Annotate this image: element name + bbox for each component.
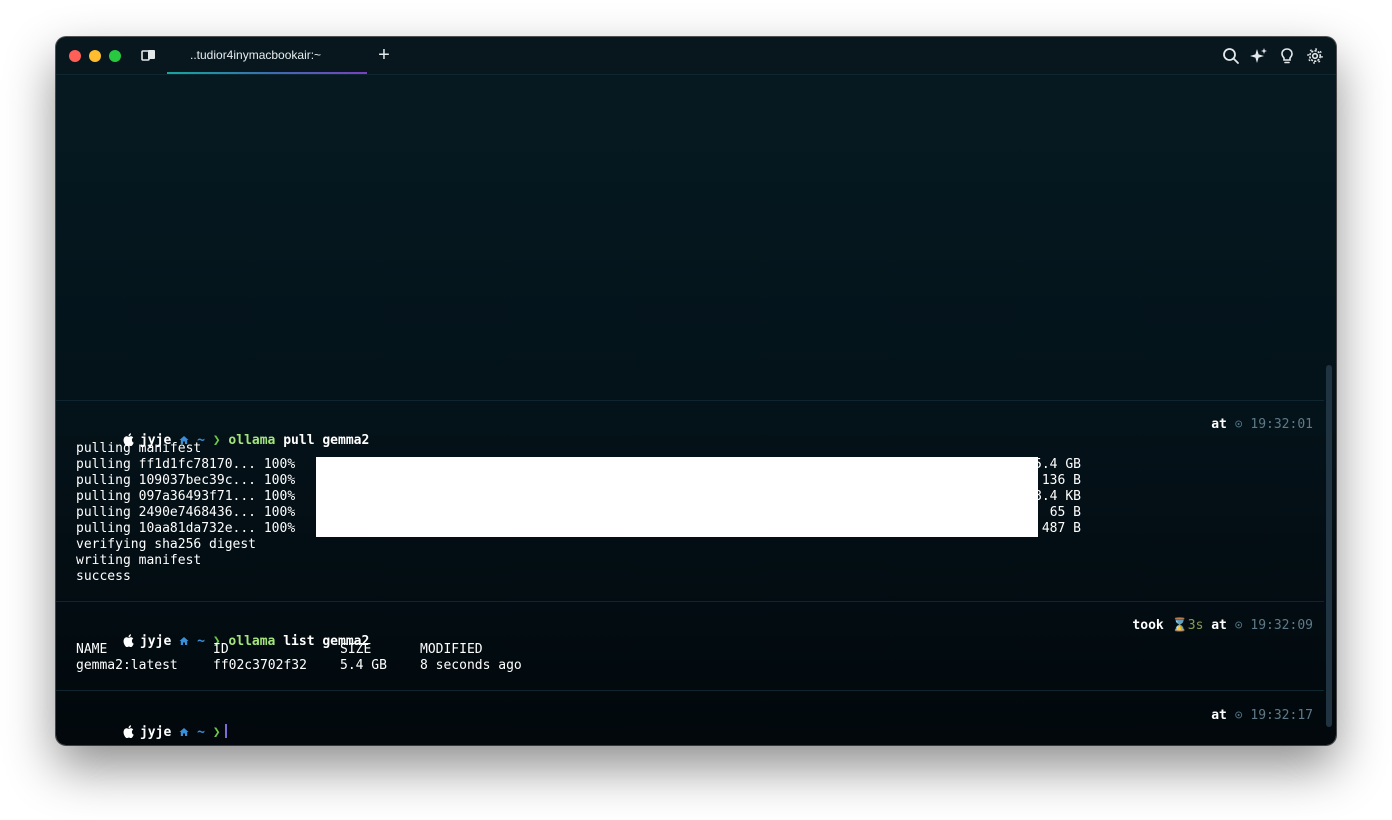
table-header: ID xyxy=(213,642,229,657)
zoom-window-button[interactable] xyxy=(109,50,121,62)
sparkle-icon[interactable] xyxy=(1250,47,1268,65)
block-separator xyxy=(56,400,1324,401)
active-prompt-line[interactable]: jyje ~ ❯ xyxy=(76,708,227,740)
output-line: writing manifest xyxy=(76,553,202,568)
table-header: SIZE xyxy=(340,642,372,657)
output-line: verifying sha256 digest xyxy=(76,537,257,552)
at-label: at xyxy=(1211,708,1227,723)
hourglass-icon: ⌛ xyxy=(1171,618,1188,633)
scrollbar[interactable] xyxy=(1326,365,1332,727)
duration-text: 3s xyxy=(1187,618,1204,633)
clock-icon: ⊙ xyxy=(1234,708,1243,723)
prompt-user: jyje xyxy=(139,725,172,740)
pull-row-text: pulling 109037bec39c... 100% xyxy=(76,473,296,488)
pull-row-text: pulling ff1d1fc78170... 100% xyxy=(76,457,296,472)
table-header: MODIFIED xyxy=(420,642,483,657)
terminal-window: ..tudior4inymacbookair:~ + jyje ~ ❯ olla… xyxy=(56,37,1336,745)
tab-active-indicator xyxy=(167,72,367,74)
command-timestamp: at ⊙ 19:32:01 xyxy=(1211,417,1313,433)
table-cell: 8 seconds ago xyxy=(420,658,522,673)
tabs-icon[interactable] xyxy=(141,49,157,63)
table-row: gemma2:latest ff02c3702f32 5.4 GB 8 seco… xyxy=(76,658,522,674)
took-label: took xyxy=(1132,618,1164,633)
tab-title: ..tudior4inymacbookair:~ xyxy=(190,48,322,62)
apple-icon xyxy=(123,725,134,738)
clock-icon: ⊙ xyxy=(1234,618,1243,633)
table-header: NAME xyxy=(76,642,108,657)
terminal-content[interactable]: jyje ~ ❯ ollama pull gemma2 at ⊙ 19:32:0… xyxy=(56,75,1336,745)
text-cursor xyxy=(224,724,227,738)
new-tab-button[interactable]: + xyxy=(374,44,394,66)
prompt-chevron: ❯ xyxy=(212,725,221,740)
title-bar: ..tudior4inymacbookair:~ + xyxy=(56,37,1336,75)
progress-bars xyxy=(316,457,1038,537)
tab-active[interactable]: ..tudior4inymacbookair:~ xyxy=(167,37,367,74)
at-label: at xyxy=(1211,618,1227,633)
prompt-line: jyje ~ ❯ ollama list gemma2 xyxy=(76,618,369,649)
pull-row-text: pulling 10aa81da732e... 100% xyxy=(76,521,296,536)
prompt-chevron: ❯ xyxy=(212,433,221,448)
minimize-window-button[interactable] xyxy=(89,50,101,62)
close-window-button[interactable] xyxy=(69,50,81,62)
command-args: pull gemma2 xyxy=(283,433,370,448)
table-header-row: NAME ID SIZE MODIFIED xyxy=(76,642,522,658)
time-text: 19:32:09 xyxy=(1250,618,1313,633)
model-list-table: NAME ID SIZE MODIFIED gemma2:latest ff02… xyxy=(76,642,522,674)
command-name: ollama xyxy=(228,433,276,448)
home-icon xyxy=(179,728,189,736)
at-label: at xyxy=(1211,417,1227,432)
command-timestamp: took ⌛3s at ⊙ 19:32:09 xyxy=(1132,618,1313,634)
time-text: 19:32:17 xyxy=(1250,708,1313,723)
pull-row-text: pulling 097a36493f71... 100% xyxy=(76,489,296,504)
prompt-directory: ~ xyxy=(197,725,205,740)
prompt-line: jyje ~ ❯ ollama pull gemma2 xyxy=(76,417,369,448)
command-timestamp: at ⊙ 19:32:17 xyxy=(1211,708,1313,724)
block-separator xyxy=(56,690,1324,691)
gear-icon[interactable] xyxy=(1306,47,1324,65)
clock-icon: ⊙ xyxy=(1234,417,1243,432)
table-cell: 5.4 GB xyxy=(340,658,387,673)
output-line: pulling manifest xyxy=(76,441,202,456)
block-separator xyxy=(56,601,1324,602)
pull-row-text: pulling 2490e7468436... 100% xyxy=(76,505,296,520)
search-icon[interactable] xyxy=(1222,47,1240,65)
output-line: success xyxy=(76,569,131,584)
time-text: 19:32:01 xyxy=(1250,417,1313,432)
table-cell: ff02c3702f32 xyxy=(213,658,307,673)
lightbulb-icon[interactable] xyxy=(1278,47,1296,65)
table-cell: gemma2:latest xyxy=(76,658,178,673)
